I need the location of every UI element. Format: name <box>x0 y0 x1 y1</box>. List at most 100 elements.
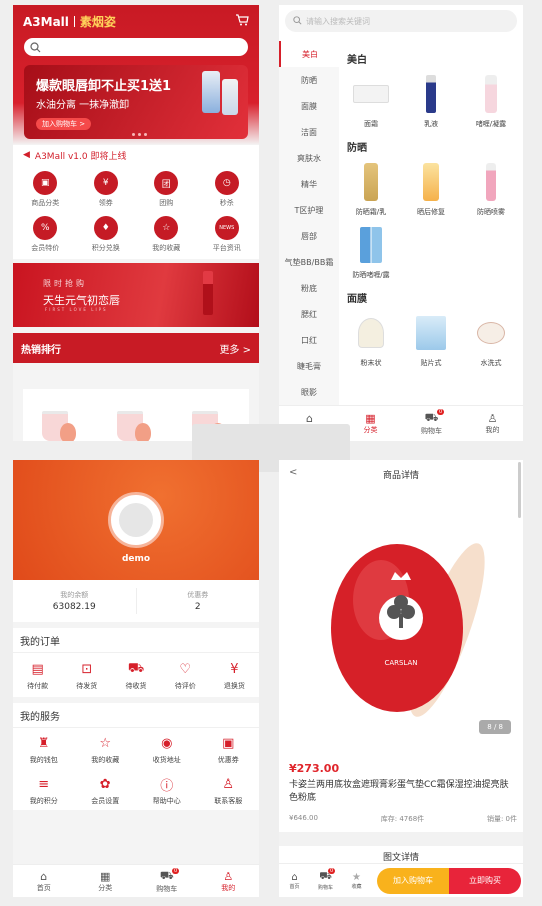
profile-tab-bar: ⌂ 首页 ▦ 分类 ⛟ 购物车 0 ♙ 我的 <box>13 864 259 897</box>
promo-banner[interactable]: 爆款眼唇卸不止买1送1 水油分离 一抹净澈卸 加入购物车 > <box>24 65 248 139</box>
nav-item-coupon[interactable]: ¥ 领券 <box>76 171 137 208</box>
coins-icon: ≡ <box>38 776 50 792</box>
service-coupons[interactable]: ▣ 优惠券 <box>198 734 260 765</box>
service-address[interactable]: ◉ 收货地址 <box>136 734 198 765</box>
bar-favorite[interactable]: ★ 收藏 <box>341 872 372 890</box>
subcategory-item[interactable]: 乳液 <box>401 72 461 129</box>
app-logo: A3Mall <box>23 14 69 29</box>
tab-category[interactable]: ▦ 分类 <box>75 865 137 897</box>
avatar[interactable] <box>108 492 164 548</box>
profile-header: demo <box>13 460 259 580</box>
section-title: 防晒 <box>347 143 367 154</box>
subcategory-item[interactable]: 啫喱/凝露 <box>461 72 521 129</box>
page-title: 商品详情 <box>382 471 419 481</box>
banner-add-cart-button[interactable]: 加入购物车 > <box>36 118 92 130</box>
nav-item-group[interactable]: 团团购 <box>136 171 197 208</box>
nav-item-favorites[interactable]: ☆ 我的收藏 <box>136 216 197 253</box>
subcategory-item[interactable]: 水洗式 <box>461 311 521 368</box>
search-icon <box>30 38 41 57</box>
product-thumb[interactable] <box>36 411 86 441</box>
sidebar-item-mask[interactable]: 面膜 <box>279 93 339 119</box>
buy-now-button[interactable]: 立即购买 <box>449 867 521 894</box>
sidebar-item-eyeshadow[interactable]: 眼影 <box>279 379 339 405</box>
subcategory-item[interactable]: 贴片式 <box>401 311 461 368</box>
tab-cart[interactable]: ⛟ 购物车 0 <box>401 406 462 441</box>
sidebar-item-essence[interactable]: 精华 <box>279 171 339 197</box>
sidebar-item-lipstick[interactable]: 口红 <box>279 327 339 353</box>
market-price: ¥646.00 <box>289 814 318 822</box>
sidebar-item-sunscreen[interactable]: 防晒 <box>279 67 339 93</box>
add-to-cart-button[interactable]: 加入购物车 <box>377 867 449 894</box>
stock-count: 库存: 4768件 <box>380 815 425 823</box>
subcategory-item[interactable]: 面霜 <box>341 72 401 129</box>
tab-cart[interactable]: ⛟ 购物车 0 <box>136 865 198 897</box>
news-icon: NEWS <box>214 216 239 240</box>
service-wallet[interactable]: ♜ 我的钱包 <box>13 734 75 765</box>
sales-count: 销量: 0件 <box>486 815 517 823</box>
store-subtitle: 素烟姿 <box>79 15 116 29</box>
username: demo <box>121 554 151 564</box>
order-pending-review[interactable]: ♡ 待评价 <box>161 660 210 691</box>
sidebar-item-toner[interactable]: 爽肤水 <box>279 145 339 171</box>
subcategory-item[interactable]: 防晒喷雾 <box>461 160 521 217</box>
sidebar-item-bb-cream[interactable]: 气垫BB/BB霜 <box>279 249 339 275</box>
notice-bar[interactable]: ◀ A3Mall v1.0 即将上线 <box>13 145 259 165</box>
hot-more-link[interactable]: 更多 > <box>219 341 251 356</box>
nav-item-member-price[interactable]: % 会员特价 <box>15 216 76 253</box>
sidebar-item-whitening[interactable]: 美白 <box>279 41 339 67</box>
sidebar-item-lips[interactable]: 唇部 <box>279 223 339 249</box>
order-label: 待评价 <box>174 682 196 690</box>
tab-home[interactable]: ⌂首页 <box>13 865 75 897</box>
product-thumb[interactable] <box>111 411 161 441</box>
notice-text: A3Mall v1.0 即将上线 <box>34 151 127 162</box>
balance-stat[interactable]: 我的余额 63082.19 <box>13 580 136 622</box>
nav-item-category[interactable]: ▣ 商品分类 <box>15 171 76 208</box>
service-support[interactable]: ♙ 联系客服 <box>198 775 260 806</box>
orders-section: 我的订单 ▤ 待付款 ⊡ 待发货 ⛟ 待收货 ♡ 待评价 ¥ 退换货 <box>13 628 259 697</box>
tab-mine[interactable]: ♙ 我的 <box>198 865 260 897</box>
nav-item-news[interactable]: NEWS 平台资讯 <box>197 216 258 253</box>
subcategory-item[interactable]: 防晒霜/乳 <box>341 160 401 217</box>
cart-icon[interactable] <box>235 14 249 29</box>
service-favorites[interactable]: ☆ 我的收藏 <box>75 734 137 765</box>
profile-screen: demo 我的余额 63082.19 优惠券 2 我的订单 ▤ 待付款 ⊡ 待发货 ⛟ 待… <box>13 460 259 897</box>
tab-mine[interactable]: ♙ 我的 <box>462 406 523 441</box>
cart-badge: 0 <box>437 409 445 415</box>
service-points[interactable]: ≡ 我的积分 <box>13 775 75 806</box>
order-label: 退换货 <box>223 682 245 690</box>
bar-cart[interactable]: ⛟ 购物车 0 <box>310 867 341 891</box>
refund-icon: ¥ <box>230 661 239 677</box>
clock-icon: ◷ <box>214 171 239 195</box>
bag-icon: ▣ <box>33 171 58 195</box>
wallet-icon: ▤ <box>31 661 44 677</box>
order-pending-shipment[interactable]: ⊡ 待发货 <box>62 660 111 691</box>
search-placeholder: 请输入搜索关键词 <box>306 16 370 26</box>
sidebar-item-t-zone[interactable]: T区护理 <box>279 197 339 223</box>
subcategory-label: 乳液 <box>424 120 438 128</box>
nav-item-flash-sale[interactable]: ◷ 秒杀 <box>197 171 258 208</box>
service-member-settings[interactable]: ✿ 会员设置 <box>75 775 137 806</box>
tab-label: 分类 <box>363 426 378 434</box>
account-stats: 我的余额 63082.19 优惠券 2 <box>13 580 259 622</box>
subcategory-item[interactable]: 粉末状 <box>341 311 401 368</box>
order-returns[interactable]: ¥ 退换货 <box>210 660 259 691</box>
coupon-stat[interactable]: 优惠券 2 <box>137 580 260 622</box>
sidebar-item-foundation[interactable]: 粉底 <box>279 275 339 301</box>
group-icon: 团 <box>154 171 179 195</box>
bar-home[interactable]: ⌂ 首页 <box>279 872 310 890</box>
search-bar[interactable] <box>24 38 248 56</box>
category-search-input[interactable]: 请输入搜索关键词 <box>285 10 517 32</box>
help-icon: ⓘ <box>160 778 174 794</box>
sidebar-item-cleanser[interactable]: 洁面 <box>279 119 339 145</box>
sidebar-item-blush[interactable]: 腮红 <box>279 301 339 327</box>
service-help[interactable]: ⓘ 帮助中心 <box>136 775 198 806</box>
lipstick-ad-banner[interactable]: 限时抢购 天生元气初恋唇 FIRST LOVE LIPS <box>13 263 259 327</box>
subcategory-item[interactable]: 防晒啫喱/露 <box>341 223 401 280</box>
nav-item-points[interactable]: ♦ 积分兑换 <box>76 216 137 253</box>
order-pending-receipt[interactable]: ⛟ 待收货 <box>111 660 160 691</box>
order-pending-payment[interactable]: ▤ 待付款 <box>13 660 62 691</box>
subcategory-label: 贴片式 <box>420 359 442 367</box>
sidebar-item-mascara[interactable]: 睫毛膏 <box>279 353 339 379</box>
subcategory-item[interactable]: 晒后修复 <box>401 160 461 217</box>
tab-label: 购物车 <box>156 884 178 893</box>
